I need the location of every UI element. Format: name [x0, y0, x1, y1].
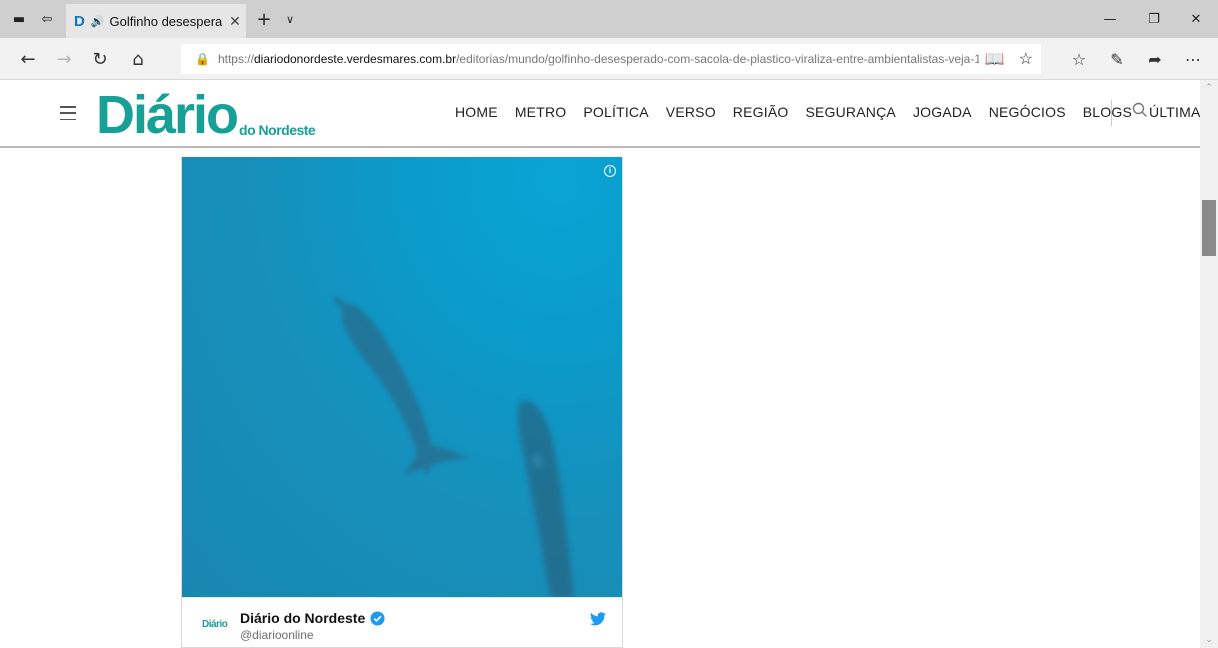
url-host: diariodonordeste.verdesmares.com.br: [253, 52, 457, 66]
web-note-pen-icon[interactable]: ✎: [1100, 38, 1134, 80]
tab-list-chevron-icon[interactable]: ∨: [280, 4, 300, 34]
author-avatar[interactable]: Diário: [202, 619, 228, 630]
verified-badge-icon: [370, 610, 385, 626]
site-header: Diário do Nordeste HOME METRO POLÍTICA V…: [0, 80, 1210, 148]
lock-icon[interactable]: 🔒: [195, 52, 210, 66]
home-icon[interactable]: ⌂: [120, 38, 156, 80]
twitter-bird-icon[interactable]: [590, 612, 606, 626]
site-logo[interactable]: Diário do Nordeste: [96, 85, 316, 145]
share-icon[interactable]: ➦: [1138, 38, 1172, 80]
favorites-hub-icon[interactable]: ☆: [1062, 38, 1096, 80]
new-tab-icon[interactable]: +: [252, 4, 276, 34]
dolphins-underwater-image: [334, 297, 574, 597]
hamburger-menu-icon[interactable]: [60, 106, 76, 120]
address-bar[interactable]: 🔒 https://diariodonordeste.verdesmares.c…: [180, 43, 1042, 75]
minimize-icon[interactable]: —: [1088, 0, 1132, 38]
restore-icon[interactable]: ❐: [1132, 0, 1176, 38]
author-name-text: Diário do Nordeste: [240, 610, 366, 626]
browser-toolbar: ← → ↻ ⌂ 🔒 https://diariodonordeste.verde…: [0, 38, 1218, 80]
main-navigation: HOME METRO POLÍTICA VERSO REGIÃO SEGURAN…: [455, 104, 1218, 120]
refresh-icon[interactable]: ↻: [82, 38, 118, 80]
page-scrollbar[interactable]: ⌃ ⌄: [1200, 80, 1218, 648]
tab-title: Golfinho desespera: [109, 13, 223, 29]
search-icon[interactable]: [1132, 102, 1152, 122]
tweet-video[interactable]: i: [182, 157, 622, 597]
site-favicon-icon: D: [74, 12, 85, 30]
more-options-icon[interactable]: ⋯: [1176, 38, 1210, 80]
speaker-icon[interactable]: 🔊: [91, 15, 105, 28]
close-tab-icon[interactable]: ✕: [224, 13, 246, 30]
nav-blogs[interactable]: BLOGS: [1083, 104, 1132, 120]
back-arrow-icon[interactable]: ←: [10, 38, 46, 80]
address-bar-actions: 📖 ☆: [978, 44, 1033, 74]
favorite-star-icon[interactable]: ☆: [1019, 49, 1033, 69]
nav-home[interactable]: HOME: [455, 104, 498, 120]
forward-arrow-icon[interactable]: →: [46, 38, 82, 80]
logo-main-text: Diário: [96, 85, 239, 145]
nav-verso[interactable]: VERSO: [666, 104, 716, 120]
url-protocol: https://: [217, 52, 254, 66]
url-path: /editorias/mundo/golfinho-desesperado-co…: [456, 52, 1012, 66]
logo-sub-text: do Nordeste: [239, 122, 316, 138]
scrollbar-thumb[interactable]: [1202, 200, 1216, 256]
tweet-author-bar: Diário Diário do Nordeste @diarioonline: [182, 597, 622, 647]
tweet-author-handle[interactable]: @diarioonline: [240, 628, 314, 642]
set-tabs-aside-icon[interactable]: ⇦: [34, 0, 60, 38]
nav-jogada[interactable]: JOGADA: [913, 104, 972, 120]
nav-seguranca[interactable]: SEGURANÇA: [805, 104, 895, 120]
tweet-author-name[interactable]: Diário do Nordeste: [240, 610, 385, 626]
browser-tab-active[interactable]: D 🔊 Golfinho desespera ✕: [66, 4, 246, 38]
scroll-up-arrow-icon[interactable]: ⌃: [1200, 80, 1218, 96]
nav-politica[interactable]: POLÍTICA: [583, 104, 648, 120]
nav-negocios[interactable]: NEGÓCIOS: [989, 104, 1066, 120]
browser-tab-bar: ▬ ⇦ D 🔊 Golfinho desespera ✕ + ∨ — ❐ ✕: [0, 0, 1218, 38]
info-icon[interactable]: i: [604, 165, 616, 177]
nav-metro[interactable]: METRO: [515, 104, 567, 120]
reading-view-icon[interactable]: 📖: [985, 49, 1005, 69]
nav-divider: [1111, 100, 1112, 126]
scroll-down-arrow-icon[interactable]: ⌄: [1200, 632, 1218, 648]
embedded-tweet: i Diário Diário do Nordeste @diarioonlin…: [181, 157, 623, 648]
nav-regiao[interactable]: REGIÃO: [733, 104, 789, 120]
tab-preview-icon[interactable]: ▬: [6, 0, 32, 38]
window-close-icon[interactable]: ✕: [1174, 0, 1218, 38]
